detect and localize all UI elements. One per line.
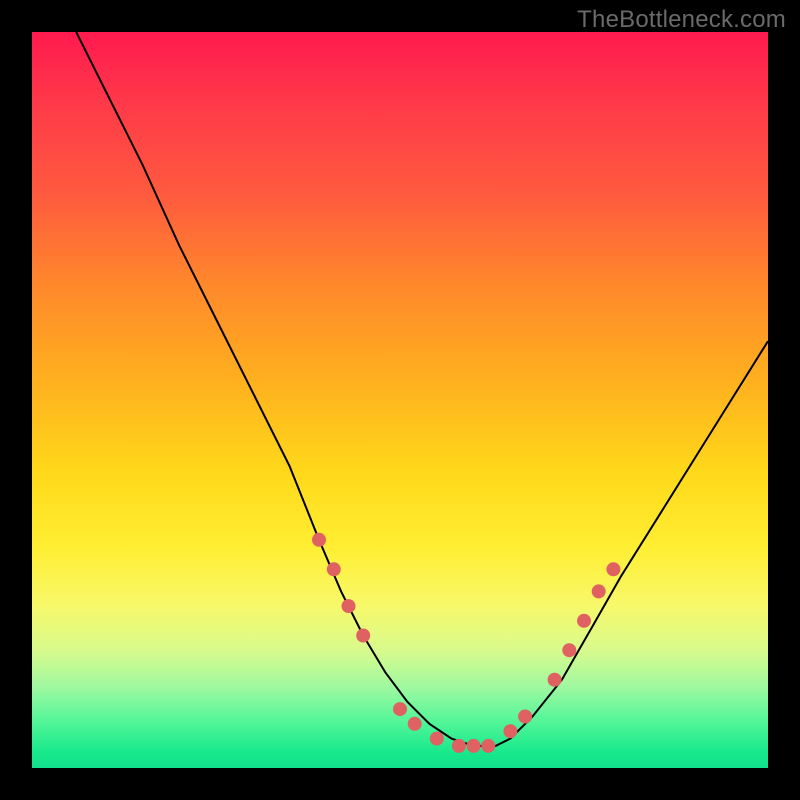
marker-right-band-start [548, 673, 562, 687]
marker-valley-left-1 [393, 702, 407, 716]
marker-right-band-4 [592, 584, 606, 598]
plot-area [32, 32, 768, 768]
marker-left-band-3 [342, 599, 356, 613]
watermark-text: TheBottleneck.com [577, 6, 786, 34]
marker-valley-left-2 [408, 717, 422, 731]
markers-group [312, 533, 620, 753]
marker-left-band-2 [327, 562, 341, 576]
marker-right-band-3 [577, 614, 591, 628]
marker-valley-right-1 [503, 724, 517, 738]
marker-valley-right-2 [518, 710, 532, 724]
marker-left-band-start [312, 533, 326, 547]
marker-right-band-end [606, 562, 620, 576]
marker-left-band-end [356, 629, 370, 643]
chart-frame: TheBottleneck.com [0, 0, 800, 800]
marker-right-band-2 [562, 643, 576, 657]
marker-valley-bottom-1 [430, 732, 444, 746]
marker-valley-bottom-3 [467, 739, 481, 753]
marker-valley-bottom-4 [481, 739, 495, 753]
chart-svg [32, 32, 768, 768]
marker-valley-bottom-2 [452, 739, 466, 753]
bottleneck-curve [76, 32, 768, 746]
